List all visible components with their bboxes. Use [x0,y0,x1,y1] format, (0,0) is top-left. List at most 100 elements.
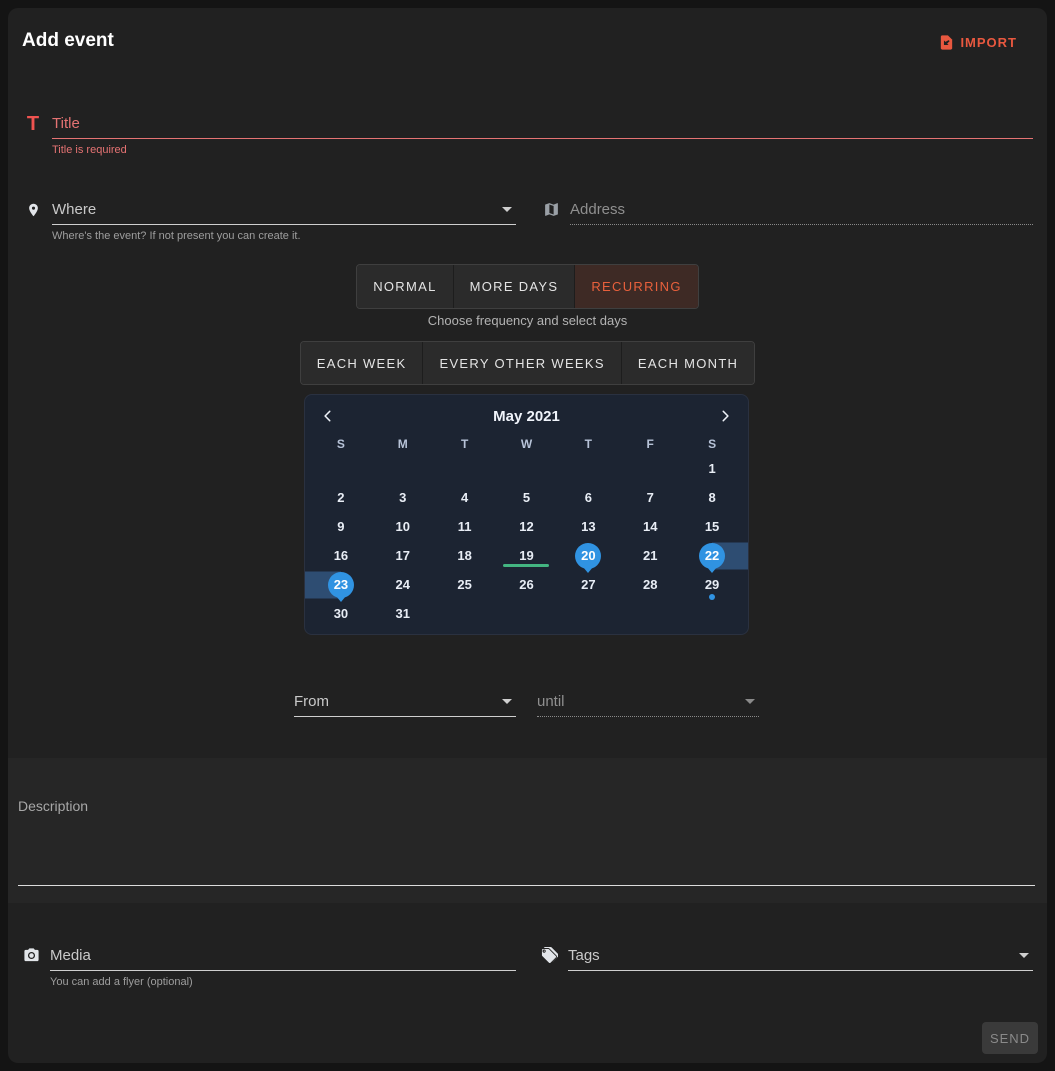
calendar-day[interactable]: 24 [372,570,434,599]
calendar-day[interactable]: 18 [434,541,496,570]
chevron-right-icon [718,409,732,423]
calendar-day[interactable]: 17 [372,541,434,570]
media-input[interactable]: Media [50,940,516,971]
calendar-day[interactable]: 6 [557,483,619,512]
calendar-day-number: 18 [457,548,471,563]
calendar-day-number: 29 [705,577,719,592]
calendar-day[interactable]: 26 [496,570,558,599]
calendar-day-number: 20 [581,548,595,563]
calendar-day[interactable]: 22 [681,541,743,570]
calendar-day[interactable]: 31 [372,599,434,628]
day-header: M [372,434,434,454]
calendar-day-number: 3 [399,490,406,505]
from-label: From [294,693,329,710]
calendar-day-empty [434,454,496,483]
calendar-day-number: 30 [334,606,348,621]
import-file-icon [938,34,955,51]
calendar-day-number: 5 [523,490,530,505]
where-select[interactable]: Where [52,194,516,225]
calendar-day-empty [619,599,681,628]
calendar-day-empty [496,454,558,483]
calendar-day-number: 25 [457,577,471,592]
freq-each-week-button[interactable]: EACH WEEK [301,342,423,384]
from-field: From [294,686,516,717]
calendar-day[interactable]: 20 [557,541,619,570]
media-helper-text: You can add a flyer (optional) [50,976,516,988]
calendar-day-number: 9 [337,519,344,534]
address-field: Address [540,194,1033,225]
calendar-day-number: 28 [643,577,657,592]
calendar-day-empty [681,599,743,628]
calendar-day[interactable]: 8 [681,483,743,512]
calendar-day[interactable]: 15 [681,512,743,541]
media-field: Media You can add a flyer (optional) [20,940,516,988]
description-label: Description [18,798,88,814]
calendar-prev-button[interactable] [315,403,341,429]
until-select[interactable]: until [537,686,759,717]
calendar-day[interactable]: 12 [496,512,558,541]
tags-field: Tags [538,940,1033,971]
send-button[interactable]: SEND [982,1022,1038,1054]
calendar-day[interactable]: 30 [310,599,372,628]
address-input[interactable]: Address [570,194,1033,225]
calendar-day-number: 17 [396,548,410,563]
calendar-day-empty [619,454,681,483]
day-header: W [496,434,558,454]
description-input[interactable] [18,758,1035,886]
location-pin-icon [22,201,44,219]
calendar-day[interactable]: 13 [557,512,619,541]
calendar-day[interactable]: 16 [310,541,372,570]
title-input[interactable]: Title [52,108,1033,139]
from-select[interactable]: From [294,686,516,717]
calendar-next-button[interactable] [712,403,738,429]
chevron-down-icon [745,699,755,704]
import-label: IMPORT [960,35,1017,50]
title-field: T Title Title is required [22,108,1033,156]
calendar-day[interactable]: 27 [557,570,619,599]
calendar-day[interactable]: 28 [619,570,681,599]
chevron-left-icon [321,409,335,423]
where-label: Where [52,201,96,218]
tab-recurring[interactable]: RECURRING [574,265,697,308]
calendar-day[interactable]: 25 [434,570,496,599]
calendar-day[interactable]: 5 [496,483,558,512]
calendar-day[interactable]: 9 [310,512,372,541]
import-button[interactable]: IMPORT [936,32,1019,53]
tags-select[interactable]: Tags [568,940,1033,971]
add-event-dialog: Add event IMPORT T Title Title is requir… [0,0,1055,1071]
frequency-group-wrap: EACH WEEK EVERY OTHER WEEKS EACH MONTH [8,341,1047,385]
calendar-day[interactable]: 2 [310,483,372,512]
event-type-tabs-wrap: NORMAL MORE DAYS RECURRING [8,264,1047,309]
calendar-day[interactable]: 14 [619,512,681,541]
calendar-day[interactable]: 19 [496,541,558,570]
title-placeholder: Title [52,115,80,132]
calendar-day-number: 8 [708,490,715,505]
chevron-down-icon [502,207,512,212]
map-icon [540,201,562,218]
today-indicator [503,564,549,567]
calendar-day-number: 1 [708,461,715,476]
freq-each-month-button[interactable]: EACH MONTH [621,342,754,384]
calendar-day-number: 21 [643,548,657,563]
calendar-day[interactable]: 23 [310,570,372,599]
day-header: T [434,434,496,454]
calendar-day[interactable]: 3 [372,483,434,512]
dialog-card: Add event IMPORT T Title Title is requir… [8,8,1047,1063]
title-error-text: Title is required [52,144,1033,156]
tab-more-days[interactable]: MORE DAYS [453,265,575,308]
calendar-day-empty [434,599,496,628]
calendar-day[interactable]: 1 [681,454,743,483]
calendar-day[interactable]: 10 [372,512,434,541]
calendar-day[interactable]: 7 [619,483,681,512]
calendar-day-number: 6 [585,490,592,505]
calendar-day[interactable]: 11 [434,512,496,541]
until-field: until [537,686,759,717]
address-placeholder: Address [570,201,625,218]
calendar-day[interactable]: 29 [681,570,743,599]
tab-normal[interactable]: NORMAL [357,265,452,308]
calendar-day[interactable]: 4 [434,483,496,512]
freq-every-other-weeks-button[interactable]: EVERY OTHER WEEKS [422,342,620,384]
calendar-day-number: 22 [705,548,719,563]
calendar-day[interactable]: 21 [619,541,681,570]
media-label: Media [50,947,91,964]
